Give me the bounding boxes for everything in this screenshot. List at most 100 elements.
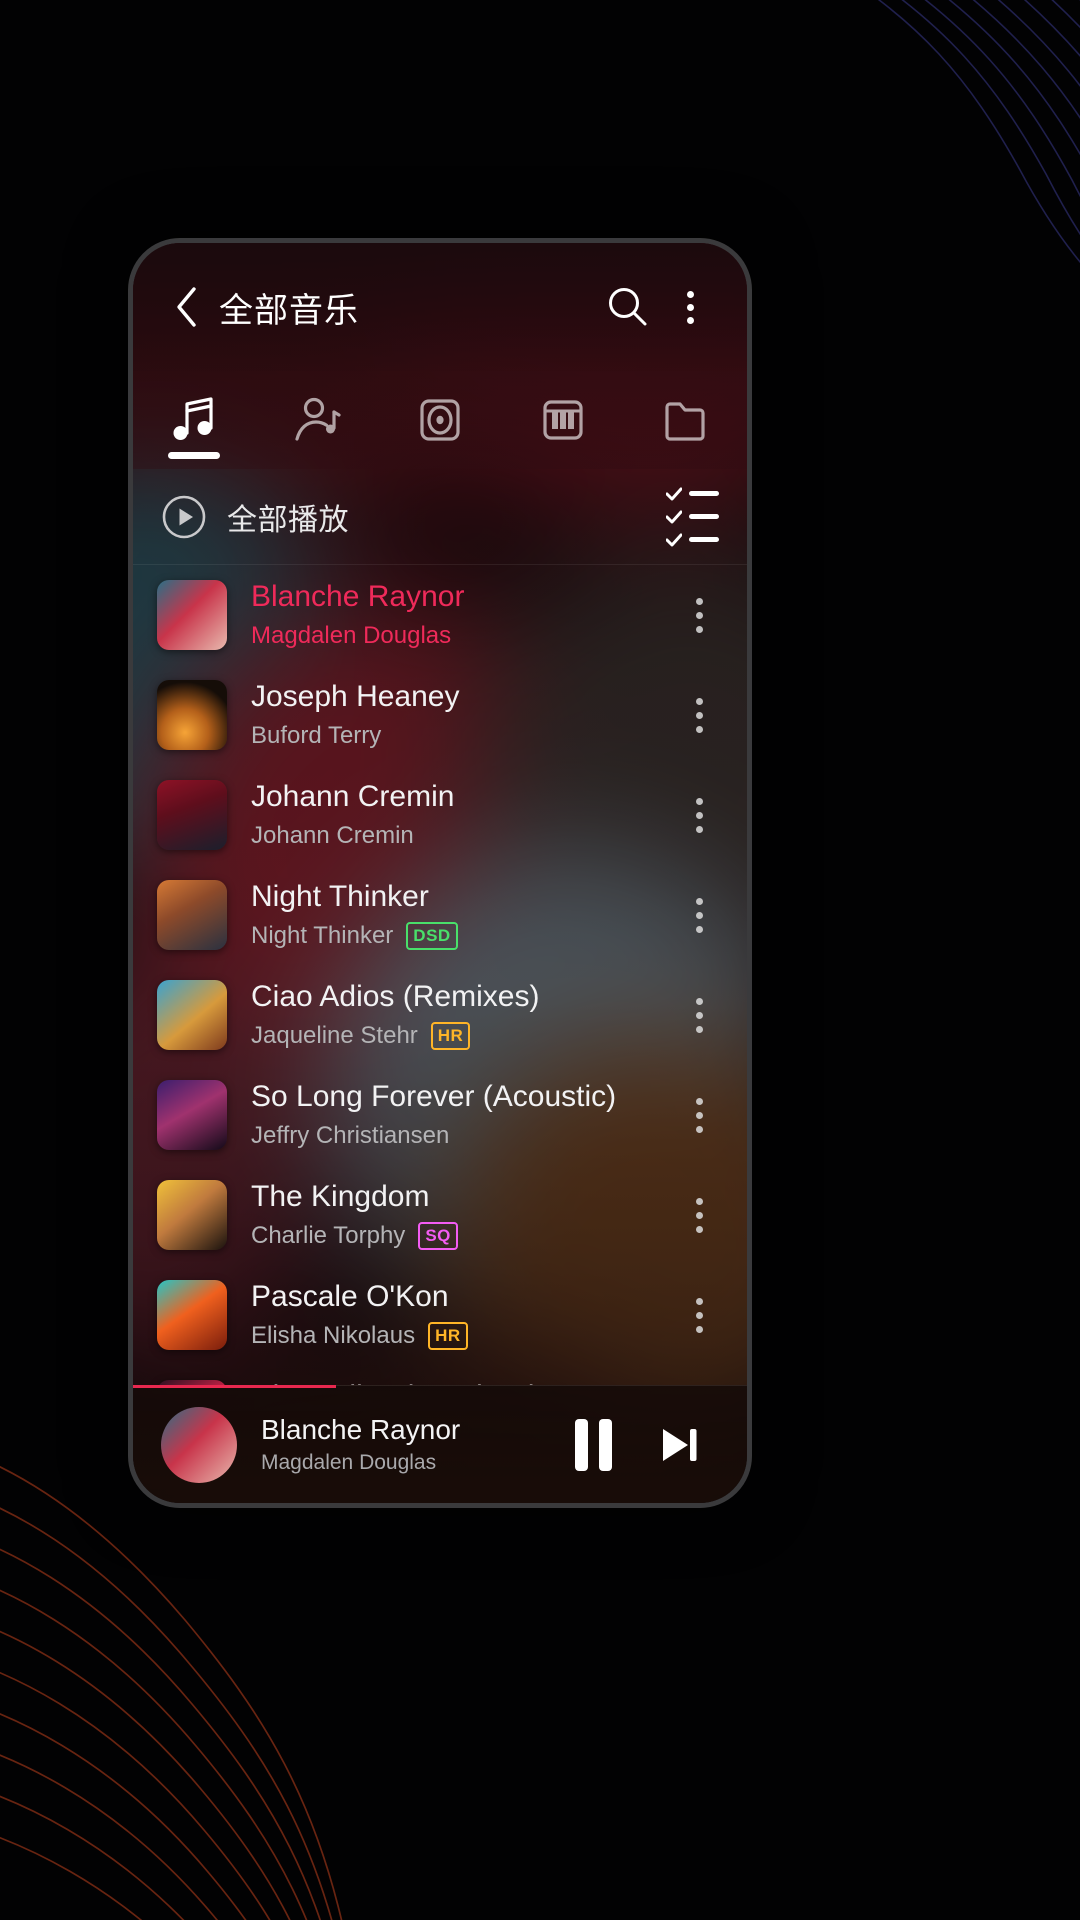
song-title: Pascale O'Kon — [251, 1280, 449, 1313]
song-meta: Pascale O'Kon Elisha Nikolaus HR — [251, 1279, 671, 1351]
song-overflow-button[interactable] — [671, 1097, 727, 1133]
song-meta: Night Thinker Night Thinker DSD — [251, 879, 671, 951]
song-subtitle: Charlie Torphy SQ — [251, 1221, 671, 1251]
song-title: The Kingdom — [251, 1180, 430, 1213]
song-row[interactable]: So Long Forever (Acoustic) Jeffry Christi… — [133, 1065, 747, 1165]
search-button[interactable] — [597, 276, 659, 338]
song-artwork — [157, 980, 227, 1050]
pause-icon — [574, 1418, 612, 1471]
song-title: So Long Forever (Acoustic) — [251, 1080, 617, 1113]
song-overflow-button[interactable] — [671, 1297, 727, 1333]
song-subtitle: Jaqueline Stehr HR — [251, 1021, 671, 1051]
song-subtitle: Buford Terry — [251, 721, 671, 751]
album-disc-icon — [420, 399, 460, 441]
piano-icon — [543, 400, 583, 440]
song-title: Joseph Heaney — [251, 680, 460, 713]
mini-player-meta[interactable]: Blanche Raynor Magdalen Douglas — [261, 1414, 551, 1475]
mini-player-artist: Magdalen Douglas — [261, 1451, 437, 1474]
more-vertical-icon — [686, 290, 694, 324]
song-title: Johann Cremin — [251, 780, 455, 813]
song-row[interactable]: Johann Cremin Johann Cremin — [133, 765, 747, 865]
tab-albums[interactable] — [379, 371, 502, 469]
song-row[interactable]: Night Thinker Night Thinker DSD — [133, 865, 747, 965]
song-artist: Elisha Nikolaus — [251, 1322, 416, 1349]
quality-badge-sq: SQ — [418, 1222, 458, 1250]
song-meta: So Long Forever (Acoustic) Jeffry Christi… — [251, 1079, 671, 1151]
skip-next-icon — [663, 1428, 697, 1461]
back-button[interactable] — [159, 280, 213, 334]
quality-badge-dsd: DSD — [406, 922, 458, 950]
tab-genres[interactable] — [501, 371, 624, 469]
folder-icon — [664, 402, 705, 441]
search-icon — [609, 288, 647, 326]
song-subtitle: Elisha Nikolaus HR — [251, 1321, 671, 1351]
song-overflow-button[interactable] — [671, 1197, 727, 1233]
song-artist: Charlie Torphy — [251, 1222, 406, 1249]
chevron-left-icon — [177, 287, 196, 327]
song-artist: Magdalen Douglas — [251, 622, 452, 649]
song-artwork — [157, 780, 227, 850]
checklist-icon-row-3 — [666, 533, 719, 547]
song-artist: Night Thinker — [251, 922, 394, 949]
song-row[interactable]: Ciao Adios (Remixes) Jaqueline Stehr HR — [133, 965, 747, 1065]
song-row[interactable]: Blanche Raynor Magdalen Douglas — [133, 565, 747, 665]
song-subtitle: Night Thinker DSD — [251, 921, 671, 951]
checklist-icon-row-2 — [666, 510, 719, 524]
song-row[interactable]: Pascale O'Kon Elisha Nikolaus HR — [133, 1265, 747, 1365]
multi-select-button[interactable] — [666, 487, 719, 547]
song-meta: Blanche Raynor Magdalen Douglas — [251, 579, 671, 651]
tab-songs[interactable] — [133, 371, 256, 469]
song-title: Ciao Adios (Remixes) — [251, 980, 540, 1013]
mini-player: Blanche Raynor Magdalen Douglas — [133, 1385, 747, 1503]
song-row[interactable]: The Kingdom Charlie Torphy SQ — [133, 1165, 747, 1265]
play-all-row[interactable]: 全部播放 — [133, 469, 747, 565]
song-artist: Buford Terry — [251, 722, 382, 749]
page-title: 全部音乐 — [219, 291, 359, 330]
overflow-menu-button[interactable] — [659, 276, 721, 338]
phone-screen: 全部音乐 全部播放 Blanche Raynor Magdalen Dougla… — [133, 243, 747, 1503]
song-row[interactable]: Ciao Adios (Remixes)Willis Osinski — [133, 1365, 747, 1385]
play-circle-icon — [162, 495, 206, 538]
mini-player-artwork[interactable] — [161, 1406, 237, 1483]
quality-badge-hr: HR — [430, 1022, 471, 1050]
song-list[interactable]: Blanche Raynor Magdalen Douglas Joseph Hea… — [133, 565, 747, 1385]
song-meta: Joseph Heaney Buford Terry — [251, 679, 671, 751]
checklist-icon — [666, 487, 719, 501]
mini-player-title: Blanche Raynor — [261, 1414, 461, 1445]
song-subtitle: Johann Cremin — [251, 821, 671, 851]
song-artwork — [157, 1180, 227, 1250]
artist-icon — [295, 397, 341, 441]
playback-progress-bar[interactable] — [133, 1385, 336, 1388]
quality-badge-hr: HR — [428, 1322, 468, 1350]
song-artist: Johann Cremin — [251, 822, 414, 849]
tab-active-indicator — [168, 452, 221, 459]
song-artwork — [157, 680, 227, 750]
song-overflow-button[interactable] — [671, 897, 727, 933]
song-overflow-button[interactable] — [671, 997, 727, 1033]
song-artwork — [157, 580, 227, 650]
phone-frame: 全部音乐 全部播放 Blanche Raynor Magdalen Dougla… — [128, 238, 752, 1508]
song-subtitle: Jeffry Christiansen — [251, 1121, 671, 1151]
play-all-label: 全部播放 — [227, 503, 349, 537]
song-overflow-button[interactable] — [671, 797, 727, 833]
song-title: Blanche Raynor — [251, 580, 465, 613]
song-artwork — [157, 880, 227, 950]
next-track-button[interactable] — [635, 1403, 719, 1487]
song-row[interactable]: Joseph Heaney Buford Terry — [133, 665, 747, 765]
song-subtitle: Magdalen Douglas — [251, 621, 671, 651]
song-title: Night Thinker — [251, 880, 429, 913]
music-note-icon — [173, 397, 213, 440]
song-artist: Jeffry Christiansen — [251, 1122, 450, 1149]
song-artist: Jaqueline Stehr — [251, 1022, 418, 1049]
song-overflow-button[interactable] — [671, 597, 727, 633]
app-header: 全部音乐 — [133, 243, 747, 371]
song-meta: The Kingdom Charlie Torphy SQ — [251, 1179, 671, 1251]
tab-artists[interactable] — [256, 371, 379, 469]
song-artwork — [157, 1080, 227, 1150]
tab-folders[interactable] — [624, 371, 747, 469]
song-overflow-button[interactable] — [671, 697, 727, 733]
song-meta: Johann Cremin Johann Cremin — [251, 779, 671, 851]
song-meta: Ciao Adios (Remixes) Jaqueline Stehr HR — [251, 979, 671, 1051]
pause-button[interactable] — [551, 1403, 635, 1487]
category-tabs — [133, 371, 747, 469]
